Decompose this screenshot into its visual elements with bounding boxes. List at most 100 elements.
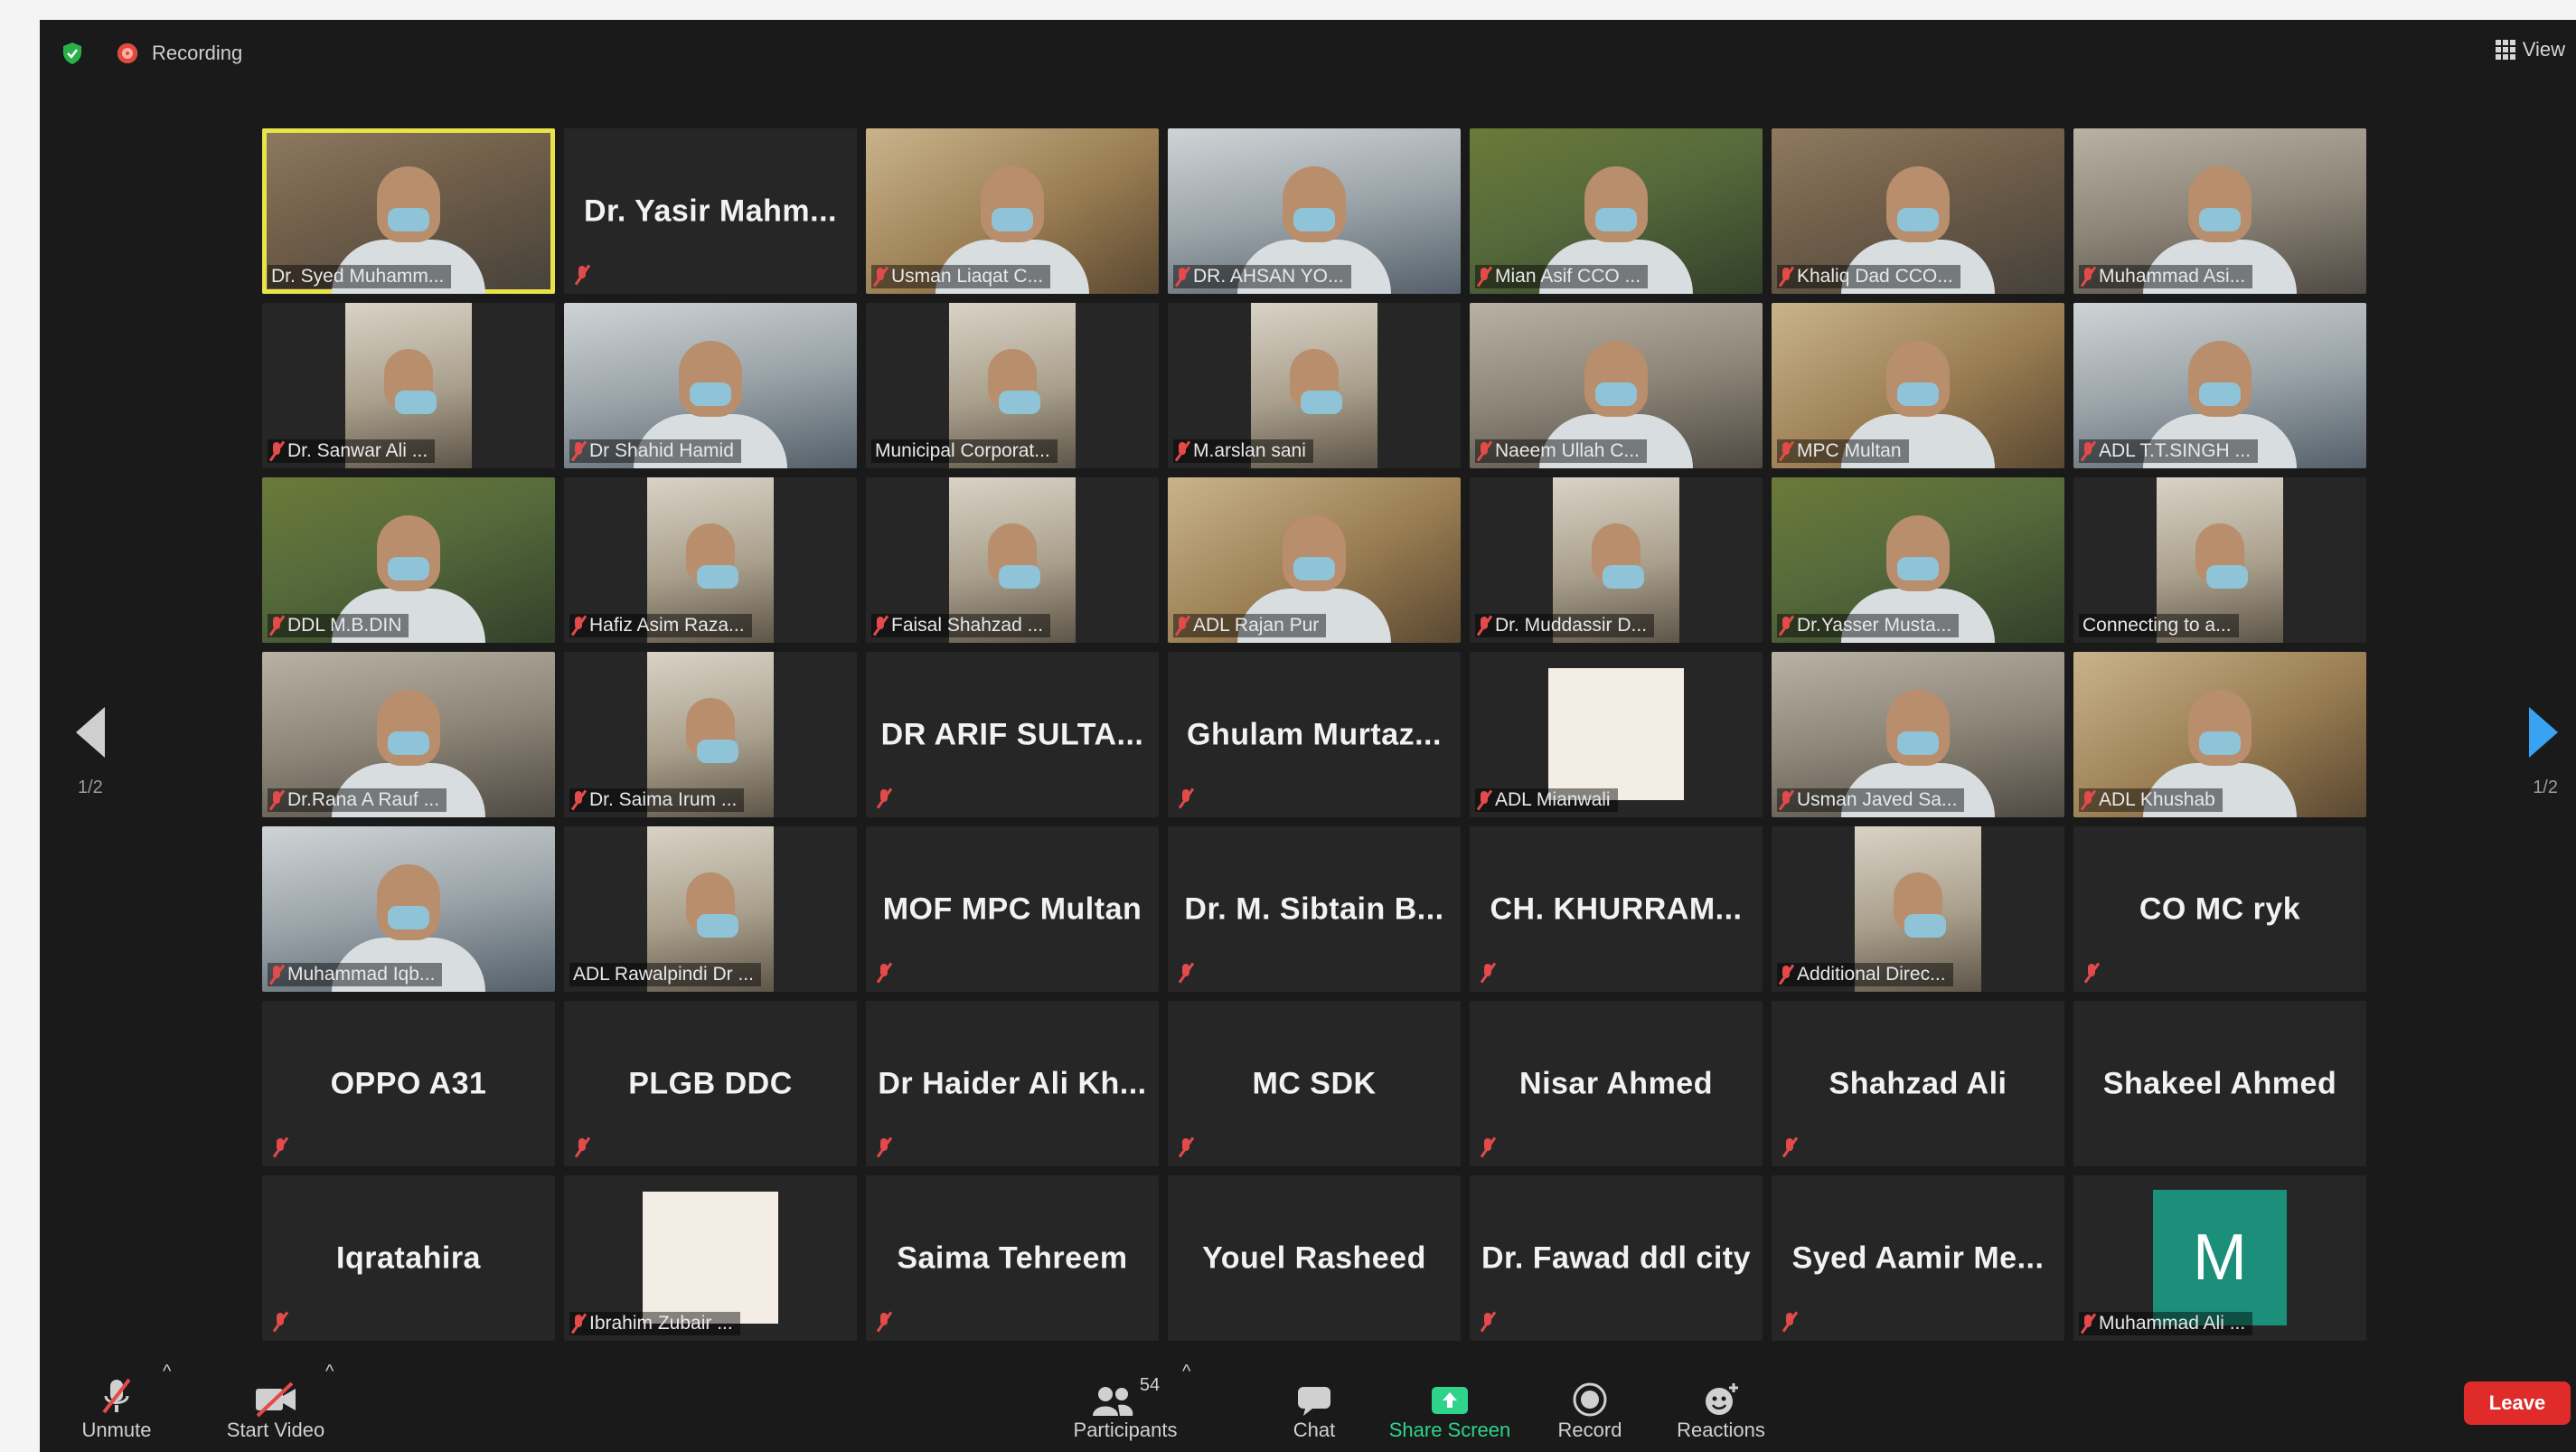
chat-icon xyxy=(1298,1387,1330,1416)
participant-tile[interactable]: Hafiz Asim Raza... xyxy=(564,477,857,643)
participant-tile[interactable]: Iqratahira xyxy=(262,1175,555,1341)
participant-display-name: Nisar Ahmed xyxy=(1519,1066,1713,1100)
participant-video-person xyxy=(1886,690,1950,767)
participant-name-caption: Dr. Saima Irum ... xyxy=(569,788,745,812)
participant-tile[interactable]: Khaliq Dad CCO... xyxy=(1772,128,2064,294)
muted-mic-icon xyxy=(1482,963,1493,983)
participant-tile[interactable]: Dr. Syed Muhamm... xyxy=(262,128,555,294)
participant-display-name: MOF MPC Multan xyxy=(882,891,1142,926)
view-button[interactable]: View xyxy=(2495,36,2565,63)
page-indicator-left: 1/2 xyxy=(78,778,103,797)
participant-name: Municipal Corporat... xyxy=(875,440,1050,461)
participant-tile[interactable]: Youel Rasheed xyxy=(1168,1175,1461,1341)
avatar: M xyxy=(2153,1190,2287,1325)
participant-video-person xyxy=(686,698,738,764)
participant-name-caption: ADL Khushab xyxy=(2079,788,2223,812)
participant-tile[interactable]: Municipal Corporat... xyxy=(866,303,1159,468)
participant-display-name: DR ARIF SULTA... xyxy=(880,717,1144,751)
participants-caret-icon[interactable]: ^ xyxy=(1182,1362,1190,1382)
muted-mic-icon xyxy=(1479,441,1490,461)
participant-tile[interactable]: Shahzad Ali xyxy=(1772,1001,2064,1166)
participant-name: Dr. Syed Muhamm... xyxy=(271,266,445,287)
video-options-caret-icon[interactable]: ^ xyxy=(325,1362,334,1382)
participant-name-caption: MPC Multan xyxy=(1777,439,1909,463)
muted-mic-icon xyxy=(573,441,584,461)
participant-tile[interactable]: ADL T.T.SINGH ... xyxy=(2073,303,2366,468)
participant-tile[interactable]: Dr Shahid Hamid xyxy=(564,303,857,468)
previous-page-arrow-icon[interactable] xyxy=(76,707,105,758)
participant-tile[interactable]: ADL Rajan Pur xyxy=(1168,477,1461,643)
muted-mic-icon xyxy=(271,790,282,810)
participant-tile[interactable]: ADL Khushab xyxy=(2073,652,2366,817)
participant-tile[interactable]: Muhammad Iqb... xyxy=(262,826,555,992)
participant-tile[interactable]: MPC Multan xyxy=(1772,303,2064,468)
participant-tile[interactable]: ADL Mianwali xyxy=(1470,652,1763,817)
muted-mic-icon xyxy=(271,965,282,985)
security-shield-icon[interactable] xyxy=(61,42,83,65)
audio-options-caret-icon[interactable]: ^ xyxy=(163,1362,171,1382)
participant-display-name: PLGB DDC xyxy=(628,1066,793,1100)
participant-tile[interactable]: DR ARIF SULTA... xyxy=(866,652,1159,817)
participant-tile[interactable]: Nisar Ahmed xyxy=(1470,1001,1763,1166)
participant-tile[interactable]: Dr. Saima Irum ... xyxy=(564,652,857,817)
participant-tile[interactable]: Naeem Ullah C... xyxy=(1470,303,1763,468)
muted-mic-icon xyxy=(1781,267,1791,287)
muted-mic-icon xyxy=(1781,790,1791,810)
participant-tile[interactable]: Dr.Yasser Musta... xyxy=(1772,477,2064,643)
participant-video-person xyxy=(1886,166,1950,243)
participant-tile[interactable]: Dr.Rana A Rauf ... xyxy=(262,652,555,817)
chat-button[interactable]: Chat xyxy=(1269,1372,1359,1443)
participant-display-name: Dr Haider Ali Kh... xyxy=(878,1066,1147,1100)
participant-name-caption: Mian Asif CCO ... xyxy=(1475,265,1649,288)
participant-video-person xyxy=(1886,341,1950,418)
participant-tile[interactable]: PLGB DDC xyxy=(564,1001,857,1166)
next-page-arrow-icon[interactable] xyxy=(2529,707,2558,758)
participants-button[interactable]: 54 Participants xyxy=(1048,1372,1202,1443)
recording-label: Recording xyxy=(152,42,243,64)
muted-mic-icon xyxy=(573,616,584,636)
participant-tile[interactable]: Dr. Muddassir D... xyxy=(1470,477,1763,643)
participant-tile[interactable]: Dr Haider Ali Kh... xyxy=(866,1001,1159,1166)
share-screen-button[interactable]: Share Screen xyxy=(1368,1372,1531,1443)
participant-tile[interactable]: Faisal Shahzad ... xyxy=(866,477,1159,643)
unmute-button[interactable]: Unmute xyxy=(67,1372,166,1443)
reactions-button[interactable]: Reactions xyxy=(1658,1372,1784,1443)
participant-tile[interactable]: Usman Javed Sa... xyxy=(1772,652,2064,817)
participant-tile[interactable]: DDL M.B.DIN xyxy=(262,477,555,643)
participant-tile[interactable]: Dr. Fawad ddl city xyxy=(1470,1175,1763,1341)
participant-tile[interactable]: M.arslan sani xyxy=(1168,303,1461,468)
start-video-button[interactable]: Start Video xyxy=(208,1372,343,1443)
participant-name-caption: Dr.Yasser Musta... xyxy=(1777,614,1960,637)
participant-tile[interactable]: Connecting to a... xyxy=(2073,477,2366,643)
participant-display-name: Iqratahira xyxy=(336,1240,481,1275)
participant-tile[interactable]: Additional Direc... xyxy=(1772,826,2064,992)
participant-tile[interactable]: OPPO A31 xyxy=(262,1001,555,1166)
participant-tile[interactable]: Dr. Yasir Mahm... xyxy=(564,128,857,294)
participant-tile[interactable]: Muhammad Asi... xyxy=(2073,128,2366,294)
participant-tile[interactable]: MOF MPC Multan xyxy=(866,826,1159,992)
participant-tile[interactable]: Shakeel Ahmed xyxy=(2073,1001,2366,1166)
muted-mic-icon xyxy=(879,1312,889,1332)
participant-name-caption: Ibrahim Zubair ... xyxy=(569,1312,740,1335)
participant-video-person xyxy=(2188,690,2252,767)
muted-mic-icon xyxy=(1781,441,1791,461)
participant-tile[interactable]: Usman Liaqat C... xyxy=(866,128,1159,294)
participant-tile[interactable]: Mian Asif CCO ... xyxy=(1470,128,1763,294)
muted-mic-icon xyxy=(879,1137,889,1157)
participant-tile[interactable]: CO MC ryk xyxy=(2073,826,2366,992)
participant-tile[interactable]: Dr. M. Sibtain B... xyxy=(1168,826,1461,992)
participant-tile[interactable]: Ghulam Murtaz... xyxy=(1168,652,1461,817)
participant-name-caption: Khaliq Dad CCO... xyxy=(1777,265,1960,288)
participant-tile[interactable]: MC SDK xyxy=(1168,1001,1461,1166)
participant-tile[interactable]: ADL Rawalpindi Dr ... xyxy=(564,826,857,992)
participant-tile[interactable]: DR. AHSAN YO... xyxy=(1168,128,1461,294)
participant-tile[interactable]: Dr. Sanwar Ali ... xyxy=(262,303,555,468)
muted-mic-icon xyxy=(2082,1314,2093,1334)
participant-tile[interactable]: Saima Tehreem xyxy=(866,1175,1159,1341)
participant-tile[interactable]: Syed Aamir Me... xyxy=(1772,1175,2064,1341)
participant-tile[interactable]: M Muhammad Ali ... xyxy=(2073,1175,2366,1341)
leave-button[interactable]: Leave xyxy=(2464,1381,2571,1425)
participant-tile[interactable]: Ibrahim Zubair ... xyxy=(564,1175,857,1341)
participant-tile[interactable]: CH. KHURRAM... xyxy=(1470,826,1763,992)
record-button[interactable]: Record xyxy=(1540,1372,1640,1443)
